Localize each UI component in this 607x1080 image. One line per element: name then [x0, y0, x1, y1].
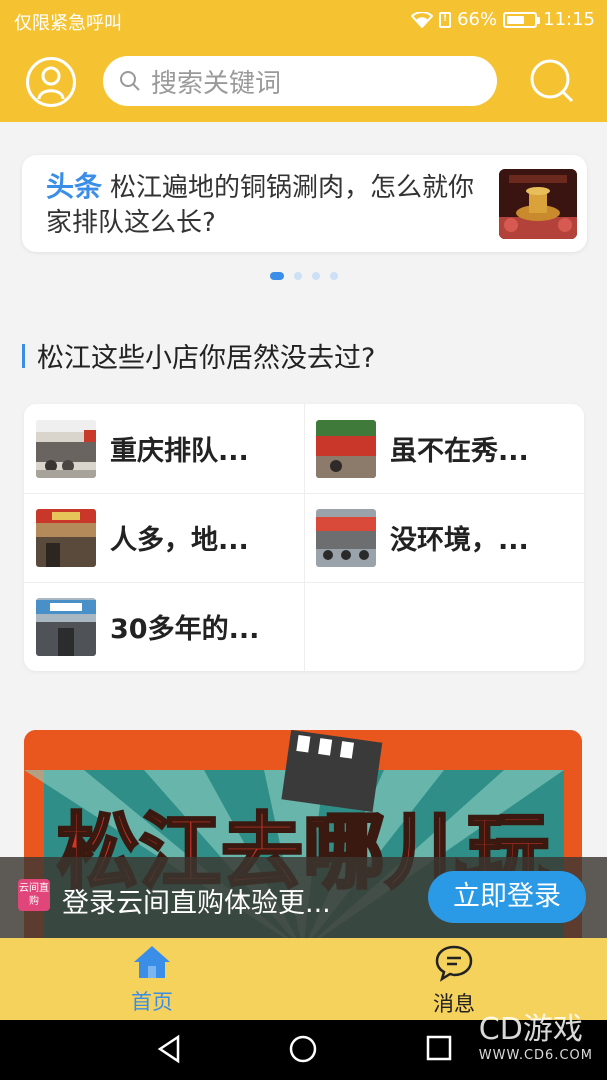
app-logo: 云间直购: [18, 879, 50, 911]
login-button[interactable]: 立即登录: [428, 871, 586, 923]
headline-tag: 头条: [46, 170, 103, 203]
wifi-icon: [411, 11, 434, 28]
shop-item[interactable]: 重庆排队...: [24, 404, 304, 493]
shop-name: 虽不在秀...: [390, 436, 529, 467]
search-placeholder: 搜索关键词: [151, 68, 282, 99]
carousel-dot: [270, 272, 284, 280]
shop-thumbnail: [316, 508, 376, 567]
shop-name: 人多，地...: [110, 525, 249, 556]
nav-home-label: 首页: [131, 990, 173, 1014]
section-marker: [22, 343, 25, 368]
status-bar: 仅限紧急呼叫 ! 66% 11:15: [0, 0, 607, 42]
headline-card[interactable]: 头条 松江遍地的铜锅涮肉，怎么就你家排队这么长?: [22, 155, 587, 252]
nav-home[interactable]: 首页: [92, 944, 212, 1016]
watermark-brand: CD游戏: [478, 1012, 583, 1047]
carousel-indicator: [270, 272, 338, 280]
shop-thumbnail: [36, 419, 96, 478]
shop-item[interactable]: 30多年的...: [24, 582, 304, 671]
search-icon: [119, 70, 141, 92]
shop-name: 30多年的...: [110, 614, 260, 645]
shop-thumbnail: [316, 419, 376, 478]
watermark: CD游戏 WWW.CD6.COM: [479, 1004, 593, 1063]
battery-icon: [503, 11, 541, 28]
shop-grid: 重庆排队... 虽不在秀... 人多，地... 没环境，... 30多年的...: [24, 404, 584, 671]
login-prompt-bar: 云间直购 登录云间直购体验更... 立即登录: [0, 857, 607, 938]
home-icon: [134, 946, 170, 978]
battery-percent: 66%: [457, 9, 498, 30]
app-header: 搜索关键词: [0, 42, 607, 122]
shop-name: 重庆排队...: [110, 436, 249, 467]
shop-item[interactable]: 人多，地...: [24, 493, 304, 582]
headline-thumbnail: [499, 169, 577, 239]
main-content[interactable]: 头条 松江遍地的铜锅涮肉，怎么就你家排队这么长? 松江这些小店你居然没去过? 重…: [0, 122, 607, 938]
sim-card-icon: !: [439, 11, 452, 28]
carousel-dot: [312, 272, 320, 280]
clock: 11:15: [543, 9, 595, 30]
shop-item[interactable]: 虽不在秀...: [304, 404, 584, 493]
carrier-text: 仅限紧急呼叫: [14, 13, 122, 34]
shop-thumbnail: [36, 508, 96, 567]
home-circle-icon[interactable]: [288, 1034, 318, 1068]
headline-text: 松江遍地的铜锅涮肉，怎么就你家排队这么长?: [46, 173, 475, 238]
search-icon[interactable]: [529, 58, 575, 104]
back-icon[interactable]: [156, 1034, 182, 1068]
login-message: 登录云间直购体验更...: [62, 888, 331, 919]
shop-item[interactable]: 没环境，...: [304, 493, 584, 582]
watermark-url: WWW.CD6.COM: [478, 1048, 593, 1063]
shop-name: 没环境，...: [390, 525, 529, 556]
message-icon: [435, 945, 473, 982]
carousel-dot: [294, 272, 302, 280]
shop-thumbnail: [36, 597, 96, 656]
user-icon[interactable]: [26, 57, 76, 107]
search-input[interactable]: 搜索关键词: [103, 56, 497, 106]
section-title: 松江这些小店你居然没去过?: [22, 336, 375, 375]
recents-icon[interactable]: [425, 1034, 453, 1066]
carousel-dot: [330, 272, 338, 280]
